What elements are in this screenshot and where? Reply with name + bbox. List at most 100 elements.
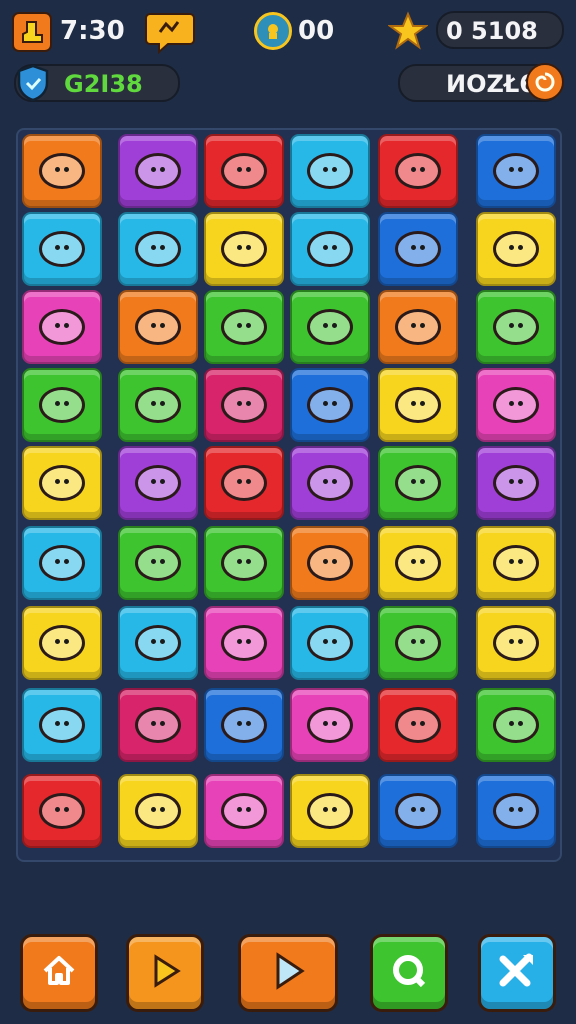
heart-icon xyxy=(395,545,441,581)
sun-creature-icon xyxy=(135,309,181,345)
play-icon xyxy=(145,951,185,995)
star-creature-icon xyxy=(395,231,441,267)
board-tile[interactable] xyxy=(378,368,458,442)
board-tile[interactable] xyxy=(378,446,458,520)
duck-icon xyxy=(493,153,539,189)
board-tile[interactable] xyxy=(118,774,198,848)
whale-icon xyxy=(39,231,85,267)
board-tile[interactable] xyxy=(378,688,458,762)
cat-face-icon xyxy=(395,387,441,423)
heart-icon xyxy=(307,231,353,267)
shuffle-button[interactable] xyxy=(478,934,556,1012)
board-tile[interactable] xyxy=(22,134,102,208)
board-tile[interactable] xyxy=(378,526,458,600)
board-tile[interactable] xyxy=(290,212,370,286)
frog-face-icon xyxy=(395,707,441,743)
pot-icon xyxy=(39,153,85,189)
board-tile[interactable] xyxy=(118,290,198,364)
heart-icon xyxy=(395,793,441,829)
mode-label: ИOZŁ6 xyxy=(446,70,536,98)
search-button[interactable] xyxy=(370,934,448,1012)
board-tile[interactable] xyxy=(118,134,198,208)
creature-icon xyxy=(135,545,181,581)
board-tile[interactable] xyxy=(476,606,556,680)
board-tile[interactable] xyxy=(476,134,556,208)
flame-icon xyxy=(39,625,85,661)
board-tile[interactable] xyxy=(204,526,284,600)
sun-creature-icon xyxy=(135,625,181,661)
shuffle-icon xyxy=(495,949,539,997)
board-tile[interactable] xyxy=(118,212,198,286)
board-tile[interactable] xyxy=(22,688,102,762)
fish-creature-icon xyxy=(307,153,353,189)
sun-creature-icon xyxy=(307,625,353,661)
creature-icon xyxy=(307,545,353,581)
pig-face-icon xyxy=(395,309,441,345)
play-button[interactable] xyxy=(126,934,204,1012)
board-tile[interactable] xyxy=(204,446,284,520)
board-tile[interactable] xyxy=(476,688,556,762)
sun-creature-icon xyxy=(221,625,267,661)
play-large-icon xyxy=(266,949,310,997)
home-button[interactable] xyxy=(20,934,98,1012)
board-tile[interactable] xyxy=(476,212,556,286)
board-tile[interactable] xyxy=(22,446,102,520)
board-tile[interactable] xyxy=(22,606,102,680)
board-tile[interactable] xyxy=(378,290,458,364)
board-tile[interactable] xyxy=(118,446,198,520)
house-icon xyxy=(39,309,85,345)
snail-icon xyxy=(307,387,353,423)
spiky-creature-icon xyxy=(39,793,85,829)
planet-icon xyxy=(307,465,353,501)
board-tile[interactable] xyxy=(22,212,102,286)
board-tile[interactable] xyxy=(476,290,556,364)
board-tile[interactable] xyxy=(290,526,370,600)
board-tile[interactable] xyxy=(204,212,284,286)
board-tile[interactable] xyxy=(290,290,370,364)
board-tile[interactable] xyxy=(22,290,102,364)
level-code: G2I38 xyxy=(64,70,143,98)
creature-icon xyxy=(493,625,539,661)
sun-creature-icon xyxy=(395,465,441,501)
board-tile[interactable] xyxy=(290,446,370,520)
board-tile[interactable] xyxy=(290,134,370,208)
bear-face-icon xyxy=(307,707,353,743)
board-tile[interactable] xyxy=(204,688,284,762)
planet-icon xyxy=(221,231,267,267)
board-tile[interactable] xyxy=(118,526,198,600)
board-tile[interactable] xyxy=(22,526,102,600)
board-tile[interactable] xyxy=(204,290,284,364)
search-icon xyxy=(387,949,431,997)
board-tile[interactable] xyxy=(204,368,284,442)
board-tile[interactable] xyxy=(290,368,370,442)
board-tile[interactable] xyxy=(476,368,556,442)
board-tile[interactable] xyxy=(378,606,458,680)
board-tile[interactable] xyxy=(290,774,370,848)
board-tile[interactable] xyxy=(22,774,102,848)
board-tile[interactable] xyxy=(378,134,458,208)
smiley-icon xyxy=(493,465,539,501)
ball-icon xyxy=(135,465,181,501)
board-tile[interactable] xyxy=(290,688,370,762)
next-button[interactable] xyxy=(238,934,338,1012)
chat-bubble-icon[interactable] xyxy=(144,10,196,54)
board-tile[interactable] xyxy=(476,774,556,848)
board-tile[interactable] xyxy=(22,368,102,442)
board-tile[interactable] xyxy=(118,606,198,680)
boot-icon[interactable] xyxy=(12,12,52,52)
board-tile[interactable] xyxy=(290,606,370,680)
board-tile[interactable] xyxy=(476,526,556,600)
board-tile[interactable] xyxy=(378,212,458,286)
star-icon xyxy=(388,11,428,51)
swirl-badge-icon[interactable] xyxy=(526,63,564,101)
board-tile[interactable] xyxy=(204,606,284,680)
board-tile[interactable] xyxy=(204,774,284,848)
heart-icon xyxy=(493,707,539,743)
board-tile[interactable] xyxy=(378,774,458,848)
board-tile[interactable] xyxy=(118,368,198,442)
board-tile[interactable] xyxy=(476,446,556,520)
pot-icon xyxy=(221,153,267,189)
board-tile[interactable] xyxy=(204,134,284,208)
board-tile[interactable] xyxy=(118,688,198,762)
cat-face-icon xyxy=(221,309,267,345)
